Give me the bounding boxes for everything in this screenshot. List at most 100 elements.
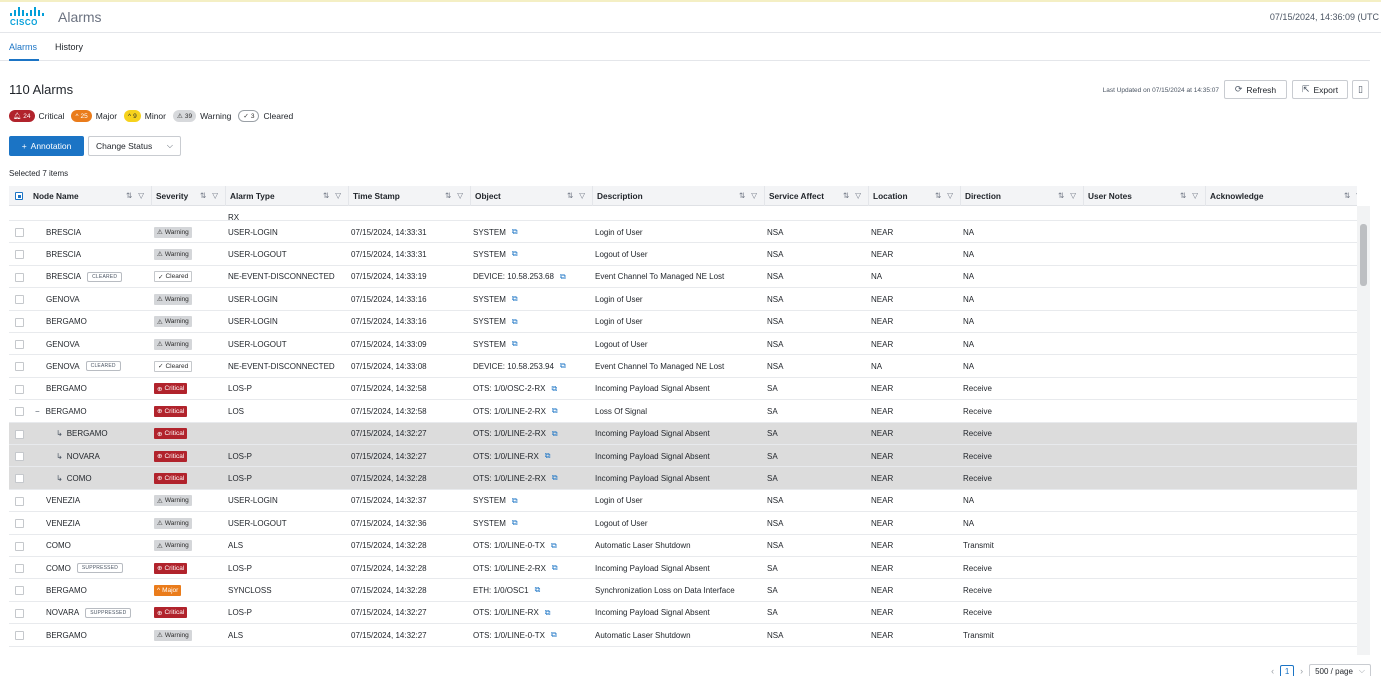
sort-filter-icons[interactable]: ⇅ ▽ xyxy=(126,191,146,200)
annotation-button[interactable]: + Annotation xyxy=(9,136,84,156)
table-row[interactable]: BRESCIA ⚠ Warning USER-LOGOUT 07/15/2024, 14… xyxy=(9,243,1357,266)
sort-filter-icons[interactable]: ⇅ ▽ xyxy=(935,191,955,200)
sort-filter-icons[interactable]: ⇅ ▽ xyxy=(200,191,220,200)
table-row[interactable]: VENEZIA ⚠ Warning USER-LOGOUT 07/15/2024, 14… xyxy=(9,512,1357,535)
external-link-icon[interactable]: ⧉ xyxy=(512,518,518,528)
row-checkbox[interactable] xyxy=(15,295,24,305)
row-checkbox[interactable] xyxy=(15,608,24,618)
external-link-icon[interactable]: ⧉ xyxy=(535,585,541,595)
next-page-icon[interactable]: › xyxy=(1300,666,1303,676)
sort-filter-icons[interactable]: ⇅ ▽ xyxy=(843,191,863,200)
external-link-icon[interactable]: ⧉ xyxy=(552,429,558,439)
sort-filter-icons[interactable]: ⇅ ▽ xyxy=(739,191,759,200)
external-link-icon[interactable]: ⧉ xyxy=(552,406,558,416)
external-link-icon[interactable]: ⧉ xyxy=(545,451,551,461)
column-header-object[interactable]: Object ⇅ ▽ xyxy=(471,186,593,206)
row-checkbox[interactable] xyxy=(15,519,24,529)
major-count-badge[interactable]: ^ 25 xyxy=(71,110,92,122)
sort-filter-icons[interactable]: ⇅ ▽ xyxy=(445,191,465,200)
column-header-severity[interactable]: Severity ⇅ ▽ xyxy=(152,186,226,206)
table-row[interactable]: VENEZIA ⚠ Warning USER-LOGIN 07/15/2024, 14:… xyxy=(9,490,1357,513)
table-row[interactable]: COMO ⚠ Warning ALS 07/15/2024, 14:32:28 Autom… xyxy=(9,535,1357,557)
column-header-acknowledge[interactable]: Acknowledge ⇅ ▽ xyxy=(1206,186,1357,206)
row-checkbox[interactable] xyxy=(15,340,24,349)
external-link-icon[interactable]: ⧉ xyxy=(545,608,551,618)
external-link-icon[interactable]: ⧉ xyxy=(560,272,566,282)
table-row[interactable]: NOVARA SUPPRESSED ⊕ Critical LOS-P 07/15/2024… xyxy=(9,602,1357,625)
page-number-button[interactable]: 1 xyxy=(1280,664,1295,676)
row-checkbox[interactable] xyxy=(15,317,24,327)
table-row[interactable]: BERGAMO ^ Major SYNCLOSS 07/15/2024, 14:32:2… xyxy=(9,579,1357,602)
warning-count-badge[interactable]: ⚠ 39 xyxy=(173,110,197,122)
table-row[interactable]: BERGAMO ⚠ Warning ALS 07/15/2024, 14:32:27 Au… xyxy=(9,624,1357,647)
row-checkbox[interactable] xyxy=(15,586,24,596)
external-link-icon[interactable]: ⧉ xyxy=(512,317,518,327)
row-checkbox[interactable] xyxy=(15,452,24,461)
table-row[interactable]: BRESCIA CLEARED ✓ Cleared NE-EVENT-DISCONNEC… xyxy=(9,266,1357,289)
sort-filter-icons[interactable]: ⇅ ▽ xyxy=(567,191,587,200)
tab-alarms[interactable]: Alarms xyxy=(9,42,37,52)
sort-filter-icons[interactable]: ⇅ ▽ xyxy=(323,191,343,200)
tab-history[interactable]: History xyxy=(55,42,83,52)
external-link-icon[interactable]: ⧉ xyxy=(552,473,558,483)
column-settings-button[interactable]: ▯ xyxy=(1352,80,1369,99)
table-row[interactable]: ↳ BERGAMO ⊕ Critical 07/15/2024, 14:32:27 Inc… xyxy=(9,422,1357,445)
table-row[interactable]: GENOVA ⚠ Warning USER-LOGOUT 07/15/2024, 14:… xyxy=(9,333,1357,356)
row-checkbox[interactable] xyxy=(15,496,24,506)
external-link-icon[interactable]: ⧉ xyxy=(551,630,557,640)
table-row[interactable]: BERGAMO ⚠ Warning USER-LOGIN 07/15/2024, 14:… xyxy=(9,311,1357,333)
column-header-user-notes[interactable]: User Notes ⇅ ▽ xyxy=(1084,186,1206,206)
external-link-icon[interactable]: ⧉ xyxy=(552,563,558,573)
row-checkbox[interactable] xyxy=(15,631,24,641)
table-row-partial[interactable]: RX xyxy=(9,206,1357,222)
table-row[interactable]: − BERGAMO ⊕ Critical LOS 07/15/2024, 14:32:58… xyxy=(9,400,1357,423)
page-size-select[interactable]: 500 / page ⌵ xyxy=(1309,664,1371,676)
critical-count-badge[interactable]: 🔔︎ 24 xyxy=(9,110,35,122)
table-row[interactable]: BERGAMO ⊕ Critical LOS-P 07/15/2024, 14:32:5… xyxy=(9,378,1357,401)
scrollbar-thumb[interactable] xyxy=(1360,224,1367,286)
external-link-icon[interactable]: ⧉ xyxy=(512,227,518,237)
table-row[interactable]: BRESCIA ⚠ Warning USER-LOGIN 07/15/2024, 14:… xyxy=(9,221,1357,244)
row-checkbox[interactable] xyxy=(15,384,24,394)
column-header-direction[interactable]: Direction ⇅ ▽ xyxy=(961,186,1084,206)
row-checkbox[interactable] xyxy=(15,541,24,551)
table-row[interactable]: GENOVA CLEARED ✓ Cleared NE-EVENT-DISCONNECT… xyxy=(9,355,1357,378)
external-link-icon[interactable]: ⧉ xyxy=(512,249,518,259)
row-checkbox[interactable] xyxy=(15,564,24,573)
sort-filter-icons[interactable]: ⇅ ▽ xyxy=(1058,191,1078,200)
select-all-checkbox[interactable] xyxy=(15,192,23,200)
column-header-description[interactable]: Description ⇅ ▽ xyxy=(593,186,765,206)
table-row-partial[interactable] xyxy=(9,647,1357,655)
row-checkbox[interactable] xyxy=(15,362,24,372)
row-checkbox[interactable] xyxy=(15,474,24,484)
column-header-location[interactable]: Location ⇅ ▽ xyxy=(869,186,961,206)
column-header-service-affect[interactable]: Service Affect ⇅ ▽ xyxy=(765,186,869,206)
row-checkbox[interactable] xyxy=(15,407,24,417)
external-link-icon[interactable]: ⧉ xyxy=(512,339,518,349)
cleared-count-badge[interactable]: ✓ 3 xyxy=(238,110,260,122)
change-status-select[interactable]: Change Status ⌵ xyxy=(88,136,181,156)
collapse-icon[interactable]: − xyxy=(35,407,40,416)
external-link-icon[interactable]: ⧉ xyxy=(560,361,566,371)
table-row[interactable]: GENOVA ⚠ Warning USER-LOGIN 07/15/2024, 14:3… xyxy=(9,288,1357,311)
table-row[interactable]: COMO SUPPRESSED ⊕ Critical LOS-P 07/15/2024, … xyxy=(9,557,1357,580)
row-checkbox[interactable] xyxy=(15,429,24,439)
row-checkbox[interactable] xyxy=(15,272,24,282)
external-link-icon[interactable]: ⧉ xyxy=(512,496,518,506)
minor-count-badge[interactable]: ^ 9 xyxy=(124,110,141,122)
row-checkbox[interactable] xyxy=(15,250,24,260)
sort-filter-icons[interactable]: ⇅ ▽ xyxy=(1344,191,1357,200)
row-checkbox[interactable] xyxy=(15,228,24,237)
column-header-node-name[interactable]: Node Name ⇅ ▽ xyxy=(29,186,152,206)
external-link-icon[interactable]: ⧉ xyxy=(551,384,557,394)
external-link-icon[interactable]: ⧉ xyxy=(551,541,557,551)
export-button[interactable]: ⇱ Export xyxy=(1292,80,1348,99)
table-row[interactable]: ↳ COMO ⊕ Critical LOS-P 07/15/2024, 14:32:28 I… xyxy=(9,467,1357,490)
table-row[interactable]: ↳ NOVARA ⊕ Critical LOS-P 07/15/2024, 14:32:2… xyxy=(9,445,1357,468)
column-header-alarm-type[interactable]: Alarm Type ⇅ ▽ xyxy=(226,186,349,206)
column-header-time-stamp[interactable]: Time Stamp ⇅ ▽ xyxy=(349,186,471,206)
external-link-icon[interactable]: ⧉ xyxy=(512,294,518,304)
sort-filter-icons[interactable]: ⇅ ▽ xyxy=(1180,191,1200,200)
prev-page-icon[interactable]: ‹ xyxy=(1271,666,1274,676)
refresh-button[interactable]: ⟳ Refresh xyxy=(1224,80,1287,99)
